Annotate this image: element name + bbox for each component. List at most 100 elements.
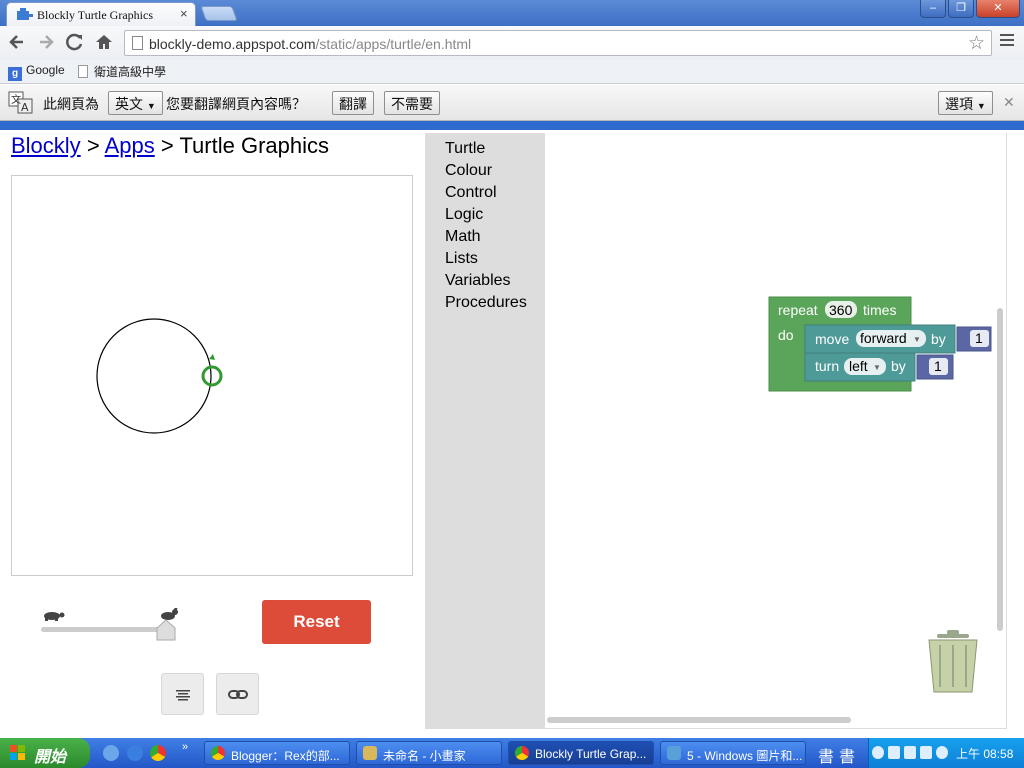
caret-down-icon: ▼ [146,101,156,111]
quicklaunch-chrome-icon[interactable] [150,745,166,761]
forward-arrow-icon[interactable] [36,32,56,52]
options-button[interactable]: 選項 ▼ [938,91,993,115]
turn-block[interactable]: turn left ▼ by 1 [804,352,954,382]
puzzle-icon [17,8,33,20]
new-tab-button[interactable] [200,6,238,21]
address-bar[interactable]: blockly-demo.appspot.com/static/apps/tur… [124,30,992,56]
svg-text:360: 360 [829,302,853,318]
caret-down-icon: ▼ [976,101,986,111]
svg-text:1: 1 [975,330,983,346]
toolbox-category-variables[interactable]: Variables [445,272,511,290]
home-icon[interactable] [94,32,114,52]
toolbox-category-math[interactable]: Math [445,228,481,246]
bookmark-school[interactable]: 衛道高級中學 [78,63,166,80]
page-icon [78,65,88,78]
turtle-drawing [96,318,223,434]
do-label: do [778,327,794,343]
rabbit-fast-icon [161,604,178,620]
task-paint[interactable]: 未命名 - 小畫家 [356,741,502,765]
dropdown-arrow-icon: ▼ [873,363,881,372]
windows-taskbar: 開始 » Blogger：Rex的部... 未命名 - 小畫家 Blockly … [0,738,1024,768]
show-code-button[interactable] [161,673,204,715]
toolbox-category-procedures[interactable]: Procedures [445,294,527,312]
google-icon: g [8,67,22,81]
move-label: move [815,331,849,347]
breadcrumb-blockly-link[interactable]: Blockly [11,133,81,158]
link-icon [228,690,248,699]
infobar-prefix: 此網頁為 [43,96,99,112]
toolbox-category-logic[interactable]: Logic [445,206,483,224]
menu-icon[interactable] [1000,34,1014,49]
translate-infobar: 文 A 此網頁為 英文 ▼ 您要翻譯網頁內容嗎？ 翻譯 不需要 選項 ▼ ✕ [0,85,1024,121]
tray-volume-icon[interactable] [920,746,932,759]
nope-button[interactable]: 不需要 [384,91,440,115]
maximize-button[interactable]: ❐ [948,0,974,18]
tab-blockly-turtle[interactable]: Blockly Turtle Graphics × [6,2,196,26]
trash-can-icon[interactable] [928,630,978,693]
chevron-right-icon[interactable]: » [182,741,188,753]
slider-handle[interactable] [156,619,176,641]
workspace-horizontal-scrollbar[interactable] [547,717,851,723]
language-select[interactable]: 英文 ▼ [108,91,163,115]
reset-button[interactable]: Reset [262,600,371,644]
blockly-toolbox: Turtle Colour Control Logic Math Lists V… [425,133,545,729]
title-bar: Blockly Turtle Graphics × – ❐ ✕ [0,0,1024,26]
toolbox-category-colour[interactable]: Colour [445,162,492,180]
task-blockly[interactable]: Blockly Turtle Grap... [508,741,654,765]
task-photo-viewer[interactable]: 5 - Windows 圖片和... [660,741,806,765]
tab-title: Blockly Turtle Graphics [37,8,153,22]
dropdown-arrow-icon: ▼ [913,335,921,344]
reload-icon[interactable] [65,32,85,52]
translate-button[interactable]: 翻譯 [332,91,374,115]
taskbar-clock[interactable]: 上午 08:58 [956,745,1013,762]
quicklaunch-explorer-icon[interactable] [103,745,119,761]
repeat-label: repeat [778,302,818,318]
browser-toolbar: blockly-demo.appspot.com/static/apps/tur… [0,26,1024,60]
svg-text:forward: forward [860,330,907,346]
speed-slider[interactable] [38,604,184,648]
svg-text:left: left [849,358,868,374]
bookmarks-bar: g Google 衛道高級中學 [0,60,1024,84]
svg-text:文: 文 [11,93,21,106]
turtle-slow-icon [44,612,65,621]
windows-flag-icon [10,745,25,760]
page-top-bar [0,121,1024,130]
start-button[interactable]: 開始 [0,738,90,768]
svg-text:1: 1 [934,358,942,374]
browser-window: Blockly Turtle Graphics × – ❐ ✕ blockly-… [0,0,1024,768]
star-icon[interactable]: ☆ [968,32,985,55]
photo-viewer-icon [667,746,681,760]
ime-icon[interactable]: 書 [818,743,834,767]
tray-search-icon[interactable] [936,746,948,759]
blockly-workspace[interactable]: repeat 360 times do move forward ▼ by 1 … [545,133,1007,729]
infobar-close-icon[interactable]: ✕ [1003,94,1015,111]
tab-close-icon[interactable]: × [180,6,188,21]
page-icon [132,36,143,50]
task-blogger[interactable]: Blogger：Rex的部... [204,741,350,765]
close-window-button[interactable]: ✕ [976,0,1020,18]
bookmark-google[interactable]: g Google [8,63,65,81]
drawn-circle [96,318,212,434]
translate-icon: 文 A [8,91,33,114]
tray-arrow-icon[interactable] [872,746,884,759]
url-text: blockly-demo.appspot.com/static/apps/tur… [149,36,472,52]
breadcrumb: Blockly > Apps > Turtle Graphics [11,133,330,158]
times-label: times [863,302,896,318]
move-block[interactable]: move forward ▼ by 1 [804,324,992,354]
move-by-label: by [931,331,946,347]
svg-text:A: A [21,101,29,114]
tray-network-icon[interactable] [888,746,900,759]
breadcrumb-apps-link[interactable]: Apps [105,133,155,158]
turtle-icon [201,354,223,387]
paint-icon [363,746,377,760]
link-button[interactable] [216,673,259,715]
minimize-button[interactable]: – [920,0,946,18]
workspace-vertical-scrollbar[interactable] [997,308,1003,631]
toolbox-category-control[interactable]: Control [445,184,497,202]
toolbox-category-lists[interactable]: Lists [445,250,478,268]
quicklaunch-ie-icon[interactable] [127,745,143,761]
ime-mode-icon[interactable]: 書 [839,743,855,767]
tray-safely-remove-icon[interactable] [904,746,916,759]
back-arrow-icon[interactable] [7,32,27,52]
toolbox-category-turtle[interactable]: Turtle [445,140,485,158]
